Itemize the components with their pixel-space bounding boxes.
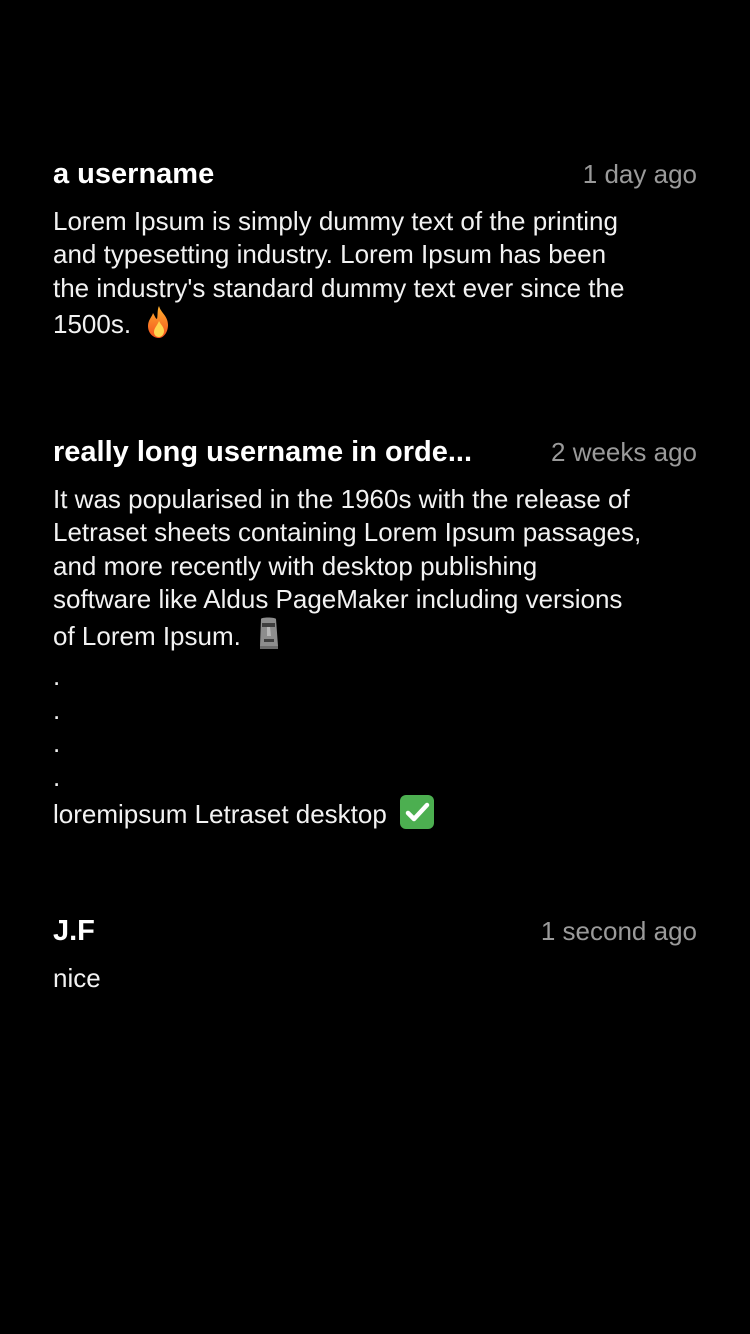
comment-text-fragment: loremipsum Letraset desktop: [53, 799, 387, 830]
comment-username[interactable]: a username: [53, 158, 214, 191]
comment-timestamp: 1 second ago: [540, 916, 697, 946]
comment-text-line: Lorem Ipsum is simply dummy text of the …: [53, 206, 618, 236]
comment-body: It was popularised in the 1960s with the…: [53, 483, 697, 839]
comments-screen: { "comments": [ { "username": "a usernam…: [0, 0, 750, 1334]
comment-dot-line: .: [53, 694, 61, 725]
comment-username[interactable]: really long username in orde...: [53, 436, 472, 469]
comment-item[interactable]: J.F 1 second ago nice: [53, 915, 697, 995]
comment-text-fragment: of Lorem Ipsum.: [53, 621, 241, 652]
check-mark-button-icon: [399, 794, 435, 838]
comment-text-line: and typesetting industry. Lorem Ipsum ha…: [53, 239, 607, 270]
comment-text-line: the industry's standard dummy text ever …: [53, 272, 625, 303]
comment-text-line: nice: [53, 963, 101, 993]
fire-icon: [143, 305, 175, 347]
comment-timestamp: 1 day ago: [582, 159, 697, 189]
comment-text-line: of Lorem Ipsum.: [53, 616, 697, 660]
comment-text-line: 1500s.: [53, 305, 697, 347]
comment-header: J.F 1 second ago: [53, 915, 697, 955]
comment-text-fragment: 1500s.: [53, 308, 132, 339]
comment-dot-line: .: [53, 761, 61, 792]
comment-header: a username 1 day ago: [53, 158, 697, 198]
comment-dot-line: .: [53, 661, 61, 692]
comment-body: Lorem Ipsum is simply dummy text of the …: [53, 205, 697, 347]
comment-text-line: Letraset sheets containing Lorem Ipsum p…: [53, 517, 642, 548]
comment-header: really long username in orde... 2 weeks …: [53, 436, 697, 476]
moai-icon: [253, 616, 283, 660]
comment-text-line: and more recently with desktop publishin…: [53, 550, 538, 581]
comment-dot-line: .: [53, 728, 61, 759]
comment-item[interactable]: really long username in orde... 2 weeks …: [53, 436, 697, 839]
comment-username[interactable]: J.F: [53, 915, 95, 948]
comment-text-line: loremipsum Letraset desktop: [53, 794, 697, 838]
comment-text-line: It was popularised in the 1960s with the…: [53, 484, 630, 514]
comment-body: nice: [53, 962, 697, 995]
comment-timestamp: 2 weeks ago: [551, 437, 697, 467]
comment-text-line: software like Aldus PageMaker including …: [53, 583, 623, 614]
comment-item[interactable]: a username 1 day ago Lorem Ipsum is simp…: [53, 158, 697, 347]
